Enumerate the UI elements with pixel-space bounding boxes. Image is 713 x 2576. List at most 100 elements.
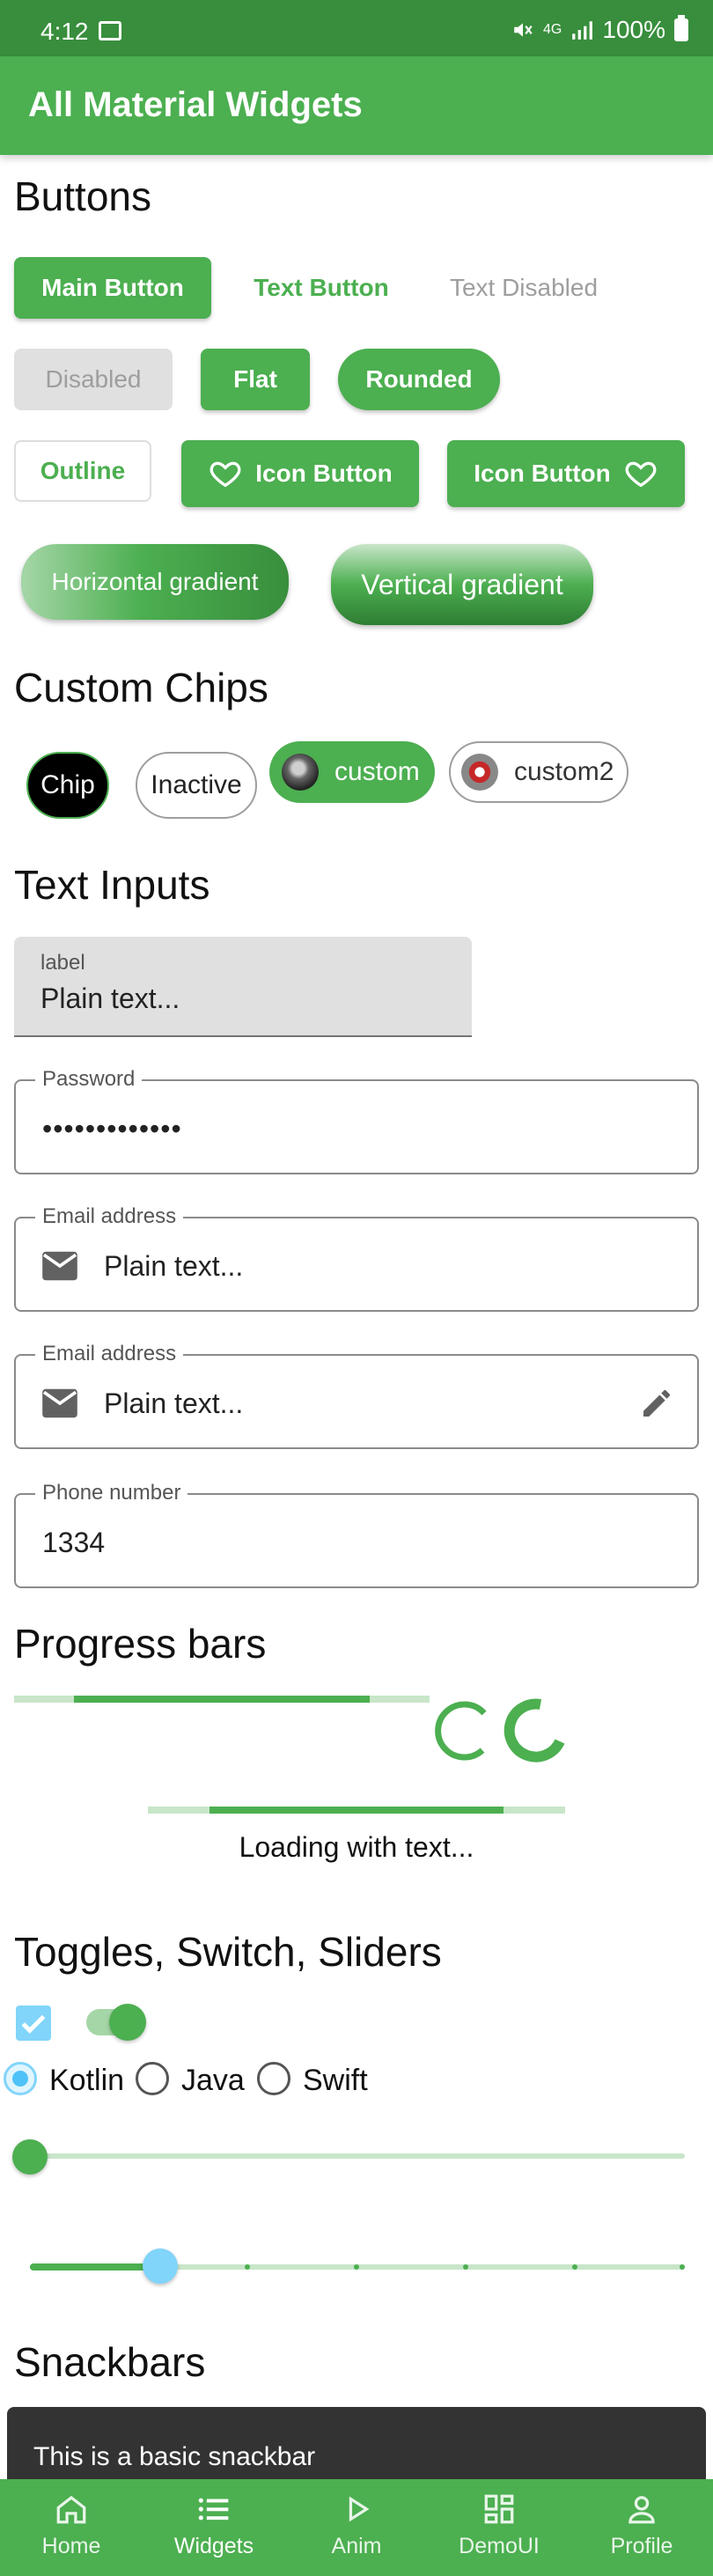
list-icon — [198, 2498, 229, 2521]
person-icon — [628, 2496, 655, 2524]
snackbar-text: This is a basic snackbar — [33, 2442, 316, 2471]
text-button[interactable]: Text Button — [238, 257, 405, 319]
email-field[interactable]: Email address Plain text... — [14, 1204, 699, 1312]
section-title-toggles: Toggles, Switch, Sliders — [14, 1929, 442, 1975]
section-title-chips: Custom Chips — [14, 665, 268, 710]
app-bar: All Material Widgets — [0, 56, 713, 155]
battery-icon — [674, 15, 688, 41]
slider-tick — [30, 2264, 35, 2270]
chip-avatar — [282, 754, 319, 791]
signal-icon — [572, 21, 593, 40]
switch-thumb[interactable] — [109, 2004, 146, 2041]
field-value: Plain text... — [104, 1387, 244, 1419]
checkbox[interactable] — [16, 2006, 51, 2041]
chip-custom2[interactable]: custom2 — [449, 741, 628, 803]
radio-kotlin[interactable] — [4, 2062, 37, 2095]
chip-custom[interactable]: custom — [269, 741, 435, 803]
linear-progress-with-text — [148, 1807, 565, 1814]
nav-item-profile[interactable]: Profile — [570, 2479, 713, 2576]
mail-icon — [42, 1388, 77, 1418]
battery-percent: 100% — [602, 16, 665, 43]
nav-label-anim: Anim — [331, 2534, 382, 2558]
gallery-notification-icon — [99, 21, 121, 40]
checkmark-icon — [21, 2014, 46, 2034]
slider-tick — [245, 2264, 250, 2270]
chip-avatar — [461, 754, 498, 791]
nav-item-home[interactable]: Home — [0, 2479, 143, 2576]
linear-progress-indeterminate — [14, 1696, 430, 1703]
horizontal-gradient-button[interactable]: Horizontal gradient — [21, 544, 289, 620]
nav-label-widgets: Widgets — [173, 2534, 254, 2558]
section-title-progress: Progress bars — [14, 1621, 267, 1667]
slider-discrete-thumb[interactable] — [143, 2248, 178, 2284]
section-title-buttons: Buttons — [14, 173, 151, 219]
circular-progress-spinner — [504, 1698, 565, 1763]
home-icon — [56, 2495, 86, 2524]
bottom-navigation: Home Widgets Anim DemoUI Profile — [0, 2479, 713, 2576]
text-disabled-button[interactable]: Text Disabled — [431, 257, 616, 319]
radio-label-kotlin: Kotlin — [49, 2064, 125, 2097]
nav-label-profile: Profile — [610, 2534, 673, 2558]
slider-tick — [354, 2264, 359, 2270]
phone-field[interactable]: Phone number 1334 — [14, 1481, 699, 1588]
heart-outline-icon — [625, 461, 657, 488]
nav-label-demoui: DemoUI — [459, 2534, 540, 2558]
plain-text-field[interactable]: label Plain text... — [14, 937, 472, 1037]
rounded-button[interactable]: Rounded — [338, 349, 500, 410]
field-label: Password — [35, 1067, 143, 1092]
chip-inactive[interactable]: Inactive — [136, 752, 257, 819]
heart-outline-icon — [209, 461, 241, 488]
field-label: Phone number — [35, 1481, 188, 1505]
nav-label-home: Home — [41, 2534, 101, 2558]
slider-discrete-active — [30, 2263, 160, 2271]
field-value: 1334 — [42, 1527, 106, 1558]
chip-custom2-label: custom2 — [514, 757, 614, 786]
status-icons: 4G 100% — [511, 15, 688, 44]
radio-java[interactable] — [136, 2062, 169, 2095]
field-value: ••••••••••••• — [42, 1113, 182, 1144]
disabled-button[interactable]: Disabled — [14, 349, 173, 410]
icon-button-leading[interactable]: Icon Button — [181, 440, 419, 507]
network-type: 4G — [543, 22, 562, 37]
field-label: Email address — [35, 1204, 184, 1229]
icon-button-trailing[interactable]: Icon Button — [447, 440, 685, 507]
email-field-editable[interactable]: Email address Plain text... — [14, 1342, 699, 1449]
circular-progress-spinner — [435, 1701, 487, 1761]
icon-button-leading-label: Icon Button — [255, 460, 393, 487]
radio-label-java: Java — [181, 2064, 245, 2097]
slider-continuous-track[interactable] — [30, 2153, 685, 2159]
flat-button[interactable]: Flat — [201, 349, 310, 410]
icon-button-trailing-label: Icon Button — [474, 460, 611, 487]
radio-swift[interactable] — [257, 2062, 290, 2095]
mute-icon — [514, 23, 533, 37]
slider-tick — [463, 2264, 468, 2270]
field-label: label — [40, 951, 85, 975]
edit-icon[interactable] — [639, 1386, 674, 1421]
dashboard-icon — [484, 2494, 514, 2524]
progress-indicator — [74, 1696, 370, 1703]
slider-tick — [680, 2264, 685, 2270]
field-label: Email address — [35, 1342, 184, 1366]
password-field[interactable]: Password ••••••••••••• — [14, 1067, 699, 1174]
section-title-text-inputs: Text Inputs — [14, 862, 210, 908]
main-button[interactable]: Main Button — [14, 257, 211, 319]
slider-continuous-thumb[interactable] — [12, 2139, 48, 2175]
chip-custom-label: custom — [334, 757, 420, 786]
play-icon — [349, 2496, 370, 2522]
mail-icon — [42, 1251, 77, 1281]
field-value: Plain text... — [40, 983, 180, 1014]
section-title-snackbars: Snackbars — [14, 2339, 206, 2385]
progress-indicator — [209, 1807, 504, 1814]
status-time: 4:12 — [40, 18, 89, 45]
vertical-gradient-button[interactable]: Vertical gradient — [331, 544, 593, 625]
status-bar: 4:12 4G 100% — [0, 0, 713, 56]
chip-selected[interactable]: Chip — [26, 752, 109, 819]
radio-label-swift: Swift — [303, 2064, 368, 2097]
nav-item-widgets[interactable]: Widgets — [143, 2479, 285, 2576]
field-value: Plain text... — [104, 1250, 244, 1282]
app-title: All Material Widgets — [28, 85, 363, 124]
nav-item-demoui[interactable]: DemoUI — [428, 2479, 570, 2576]
loading-text: Loading with text... — [239, 1831, 474, 1863]
nav-item-anim[interactable]: Anim — [285, 2479, 428, 2576]
outline-button[interactable]: Outline — [14, 440, 151, 502]
